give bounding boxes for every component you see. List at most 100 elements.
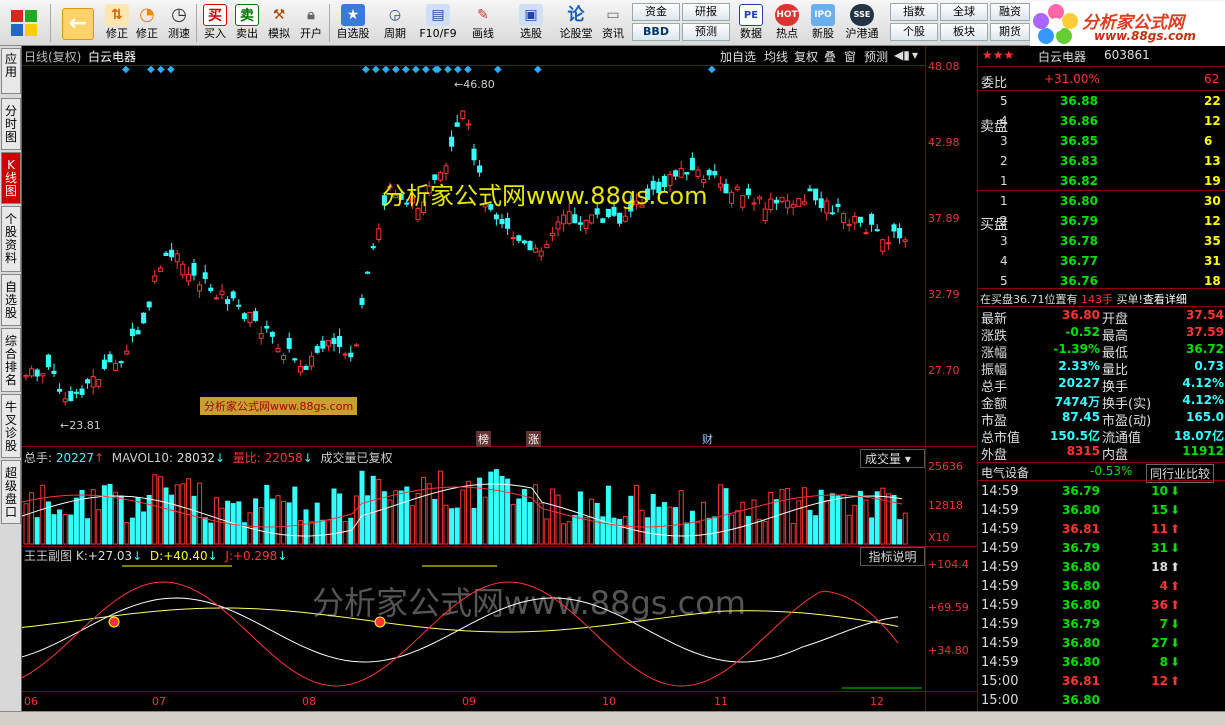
back-button[interactable]: ← [58,2,98,44]
level-price[interactable]: 36.76 [1060,274,1098,288]
kdj-indicator-chart[interactable] [22,562,922,690]
clock-button[interactable]: ◷ 测速 [162,2,196,44]
draw-line-button[interactable]: ✎ 画线 [466,2,500,44]
volume-chart[interactable] [22,466,922,546]
tick-time: 15:00 [981,674,1019,689]
stat-value: 36.80 [1062,308,1100,322]
info-button[interactable]: ▭ 资讯 [596,2,630,44]
forecast-button[interactable]: 预测 [682,23,730,41]
candle [34,369,40,377]
add-watchlist-button[interactable]: 加自选 [720,48,756,65]
level-price[interactable]: 36.77 [1060,254,1098,268]
candle [146,301,152,308]
chart-menu-dropdown-icon[interactable]: ▾ [912,48,918,62]
margin-button[interactable]: 融资 [990,3,1030,21]
buy-button[interactable]: 买买入 [198,2,232,44]
candle [29,368,35,377]
sidenav-item-superboard[interactable]: 超级盘口 [1,460,21,524]
candle [370,246,376,249]
watchlist-button[interactable]: ★ 自选股 [333,2,373,44]
sidenav-item-ranking[interactable]: 综合排名 [1,328,21,392]
level-price[interactable]: 36.82 [1060,174,1098,188]
ma-button[interactable]: 均线 [764,48,788,65]
modify-button[interactable]: ⇅ 修正 [100,2,134,44]
level-number: 4 [1000,114,1008,128]
open-account-button[interactable]: 🔒︎ 开户 [294,2,328,44]
simulate-button[interactable]: ⚒ 模拟 [262,2,296,44]
candle [163,252,169,256]
volume-bar [796,500,802,545]
sidenav-item-diagnosis[interactable]: 牛叉诊股 [1,394,21,458]
sell-side-label: 卖盘 [980,119,1008,135]
sell-button[interactable]: 卖卖出 [230,2,264,44]
tick-time: 14:59 [981,636,1019,651]
new-stock-button[interactable]: IPO 新股 [806,2,840,44]
rating-stars-icon: ★★★ [982,48,1015,62]
level-number: 1 [1000,194,1008,208]
level-price[interactable]: 36.79 [1060,214,1098,228]
sidenav-item-kline[interactable]: K线图 [1,152,21,204]
sidenav-item-intraday[interactable]: 分时图 [1,98,21,150]
level-price[interactable]: 36.85 [1060,134,1098,148]
volume-bar [23,503,29,545]
volume-bar [740,501,746,545]
stat-value: -0.52 [1065,325,1100,339]
sound-icon[interactable]: ◀▮ [894,48,910,62]
fund-button[interactable]: 资金 [632,3,680,21]
level-price[interactable]: 36.86 [1060,114,1098,128]
tick-time: 15:00 [981,693,1019,708]
event-marker[interactable]: 榜 [476,431,491,447]
price-label: 37.89 [928,212,960,225]
f10-button[interactable]: ▤ F10/F9 [418,2,458,44]
tick-price: 36.80 [1062,560,1100,574]
event-marker[interactable]: 财 [700,431,715,447]
global-button[interactable]: 全球 [940,3,988,21]
level-price[interactable]: 36.78 [1060,234,1098,248]
level-price[interactable]: 36.80 [1060,194,1098,208]
forum-button[interactable]: 论论股堂 [556,2,596,44]
futures-button[interactable]: 期货 [990,23,1030,41]
sidenav-item-watchlist[interactable]: 自选股 [1,274,21,326]
layout-icon[interactable] [2,2,46,44]
stock-select-button[interactable]: ▣ 选股 [514,2,548,44]
period-button[interactable]: ◶ 周期 [378,2,412,44]
f10-icon: ▤ [426,4,450,26]
candle [561,214,567,225]
candle [297,366,303,373]
volume-bar [365,495,371,545]
candlestick-chart[interactable]: ◆ ◆ ◆ ◆ ◆ ◆ ◆ ◆ ◆ ◆ ◆ ◆◆ ◆ ◆ ◆ ◆ ◆ ◆ [22,66,922,446]
volume-bar [829,493,835,545]
kline-chart-area[interactable]: 日线(复权) 白云电器 加自选 均线 复权 叠 窗 预测 ◀▮ ▾ 48.08 … [22,46,977,711]
volume-bar [454,507,460,545]
overlay-button[interactable]: 叠 [824,48,836,65]
research-button[interactable]: 研报 [682,3,730,21]
signal-diamond-icon: ◆ [362,66,370,75]
candle [101,359,107,369]
candle [572,214,578,224]
hk-connect-button[interactable]: SSE 沪港通 [842,2,882,44]
hot-button[interactable]: HOT 热点 [770,2,804,44]
index-button[interactable]: 指数 [890,3,938,21]
window-button[interactable]: 窗 [844,48,856,65]
level-price[interactable]: 36.88 [1060,94,1098,108]
volume-bar [331,488,337,545]
sidenav-item-profile[interactable]: 个股资料 [1,206,21,272]
individual-button[interactable]: 个股 [890,23,938,41]
volume-bar [337,493,343,545]
level-price[interactable]: 36.83 [1060,154,1098,168]
bbd-button[interactable]: BBD [632,23,680,41]
sector-button[interactable]: 板块 [940,23,988,41]
forecast-chart-button[interactable]: 预测 [864,48,888,65]
notice-detail-link[interactable]: 查看详细 [1143,293,1187,306]
sector-name[interactable]: 电气设备 [981,464,1029,481]
volume-bar [325,519,331,545]
event-marker[interactable]: 涨 [526,431,541,447]
data-button[interactable]: PE 数据 [734,2,768,44]
hk-icon: SSE [850,4,874,26]
notice-text: 在买盘36.71位置有 143手 买单!查看详细 [980,293,1187,306]
restore-rights-button[interactable]: 复权 [794,48,818,65]
speed-test-button[interactable]: ◔ 修正 [130,2,164,44]
candle [729,191,735,204]
sidenav-item-apps[interactable]: 应用 [1,48,21,94]
volume-bar [342,520,348,545]
